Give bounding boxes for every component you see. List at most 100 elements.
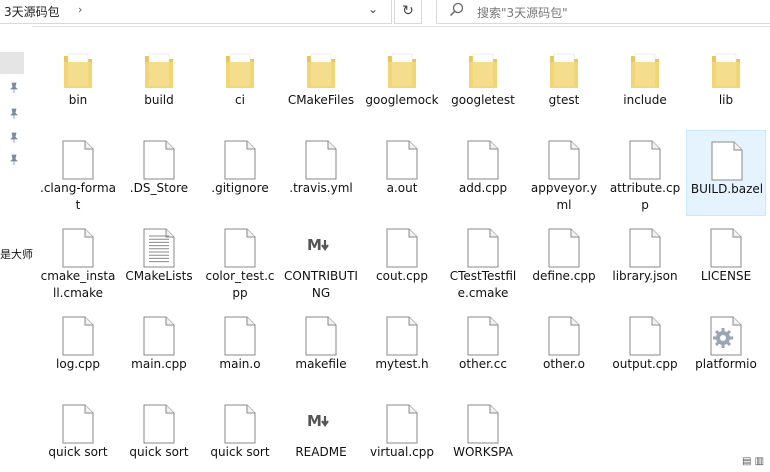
folder-icon: [605, 42, 685, 94]
item-label: cout.cpp: [376, 269, 428, 283]
item-label: a.out: [386, 181, 418, 195]
file-item[interactable]: cout.cpp: [362, 218, 442, 304]
address-bar[interactable]: 3天源码包 › ⌄: [0, 0, 392, 24]
folder-icon: [38, 42, 118, 94]
file-icon: [38, 130, 118, 182]
file-item[interactable]: platformio: [686, 306, 766, 392]
item-label: log.cpp: [56, 357, 100, 371]
file-item[interactable]: color_test.cpp: [200, 218, 280, 304]
file-item[interactable]: a.out: [362, 130, 442, 216]
address-path[interactable]: 3天源码包: [4, 3, 60, 20]
file-grid: bin build ci CMakeFiles googlemock googletest…: [0, 26, 770, 472]
file-item[interactable]: log.cpp: [38, 306, 118, 392]
file-item[interactable]: appveyor.yml: [524, 130, 604, 216]
file-item[interactable]: makefile: [281, 306, 361, 392]
folder-item[interactable]: lib: [686, 42, 766, 128]
folder-item[interactable]: gtest: [524, 42, 604, 128]
item-label: other.o: [542, 357, 586, 371]
item-label: output.cpp: [612, 357, 678, 371]
folder-icon: [200, 42, 280, 94]
folder-item[interactable]: googletest: [443, 42, 523, 128]
item-label: .DS_Store: [129, 181, 189, 195]
file-icon: [524, 218, 604, 270]
file-item[interactable]: add.cpp: [443, 130, 523, 216]
file-item[interactable]: BUILD.bazel: [686, 130, 766, 216]
item-label: bin: [68, 93, 88, 107]
item-label: build: [144, 93, 174, 107]
file-item[interactable]: define.cpp: [524, 218, 604, 304]
file-item[interactable]: .clang-format: [38, 130, 118, 216]
item-label: quick sort: [48, 445, 108, 459]
folder-item[interactable]: include: [605, 42, 685, 128]
view-toggle[interactable]: ▤ ▥: [742, 456, 766, 470]
search-input[interactable]: 搜索"3天源码包": [477, 4, 568, 21]
item-label: CMakeFiles: [287, 93, 355, 107]
item-label: googlemock: [365, 93, 439, 107]
file-item[interactable]: CTestTestfile.cmake: [443, 218, 523, 304]
file-icon: [200, 218, 280, 270]
item-label: CMakeLists: [125, 269, 193, 283]
file-item[interactable]: quick sort: [38, 394, 118, 472]
item-label: include: [623, 93, 667, 107]
item-label: ci: [235, 93, 245, 107]
file-item[interactable]: .DS_Store: [119, 130, 199, 216]
folder-item[interactable]: ci: [200, 42, 280, 128]
search-box[interactable]: 搜索"3天源码包": [436, 0, 770, 24]
file-icon: [281, 306, 361, 358]
item-label: mytest.h: [375, 357, 429, 371]
file-item[interactable]: library.json: [605, 218, 685, 304]
markdown-icon: M: [281, 218, 361, 270]
folder-icon: [362, 42, 442, 94]
file-item[interactable]: quick sort: [200, 394, 280, 472]
file-item[interactable]: LICENSE: [686, 218, 766, 304]
refresh-button[interactable]: ↻: [394, 0, 422, 24]
item-label: CTestTestfile.cmake: [449, 269, 517, 300]
file-icon: [281, 130, 361, 182]
file-icon: [38, 306, 118, 358]
item-label: appveyor.yml: [530, 181, 598, 212]
item-label: WORKSPA: [453, 445, 513, 459]
file-item[interactable]: M README: [281, 394, 361, 472]
file-explorer-window: 3天源码包 › ⌄ ↻ 搜索"3天源码包" 是大师 bin build ci CMak…: [0, 0, 770, 472]
file-icon: [119, 394, 199, 446]
folder-item[interactable]: CMakeFiles: [281, 42, 361, 128]
folder-item[interactable]: bin: [38, 42, 118, 128]
file-item[interactable]: quick sort: [119, 394, 199, 472]
refresh-icon: ↻: [402, 3, 414, 19]
file-icon: [605, 130, 685, 182]
item-label: attribute.cpp: [609, 181, 681, 212]
item-label: cmake_install.cmake: [40, 269, 116, 300]
file-icon: [200, 394, 280, 446]
file-item[interactable]: CMakeLists: [119, 218, 199, 304]
file-item[interactable]: attribute.cpp: [605, 130, 685, 216]
item-label: main.cpp: [131, 357, 187, 371]
item-label: quick sort: [129, 445, 189, 459]
item-label: BUILD.bazel: [690, 182, 764, 196]
file-item[interactable]: output.cpp: [605, 306, 685, 392]
file-item[interactable]: M CONTRIBUTING: [281, 218, 361, 304]
file-item[interactable]: other.o: [524, 306, 604, 392]
item-label: other.cc: [459, 357, 507, 371]
file-item[interactable]: virtual.cpp: [362, 394, 442, 472]
file-icon: [362, 394, 442, 446]
file-item[interactable]: cmake_install.cmake: [38, 218, 118, 304]
chevron-right-icon[interactable]: ›: [78, 3, 82, 16]
folder-item[interactable]: build: [119, 42, 199, 128]
item-label: library.json: [612, 269, 678, 283]
file-icon: [443, 306, 523, 358]
item-label: define.cpp: [532, 269, 596, 283]
file-item[interactable]: mytest.h: [362, 306, 442, 392]
file-icon: [38, 394, 118, 446]
file-item[interactable]: .travis.yml: [281, 130, 361, 216]
address-toolbar: 3天源码包 › ⌄ ↻ 搜索"3天源码包": [0, 0, 770, 27]
file-icon: [362, 218, 442, 270]
file-icon: [119, 306, 199, 358]
markdown-icon: M: [281, 394, 361, 446]
file-item[interactable]: other.cc: [443, 306, 523, 392]
folder-item[interactable]: googlemock: [362, 42, 442, 128]
chevron-down-icon[interactable]: ⌄: [368, 2, 378, 16]
file-item[interactable]: WORKSPA: [443, 394, 523, 472]
file-item[interactable]: main.cpp: [119, 306, 199, 392]
file-item[interactable]: main.o: [200, 306, 280, 392]
file-item[interactable]: .gitignore: [200, 130, 280, 216]
